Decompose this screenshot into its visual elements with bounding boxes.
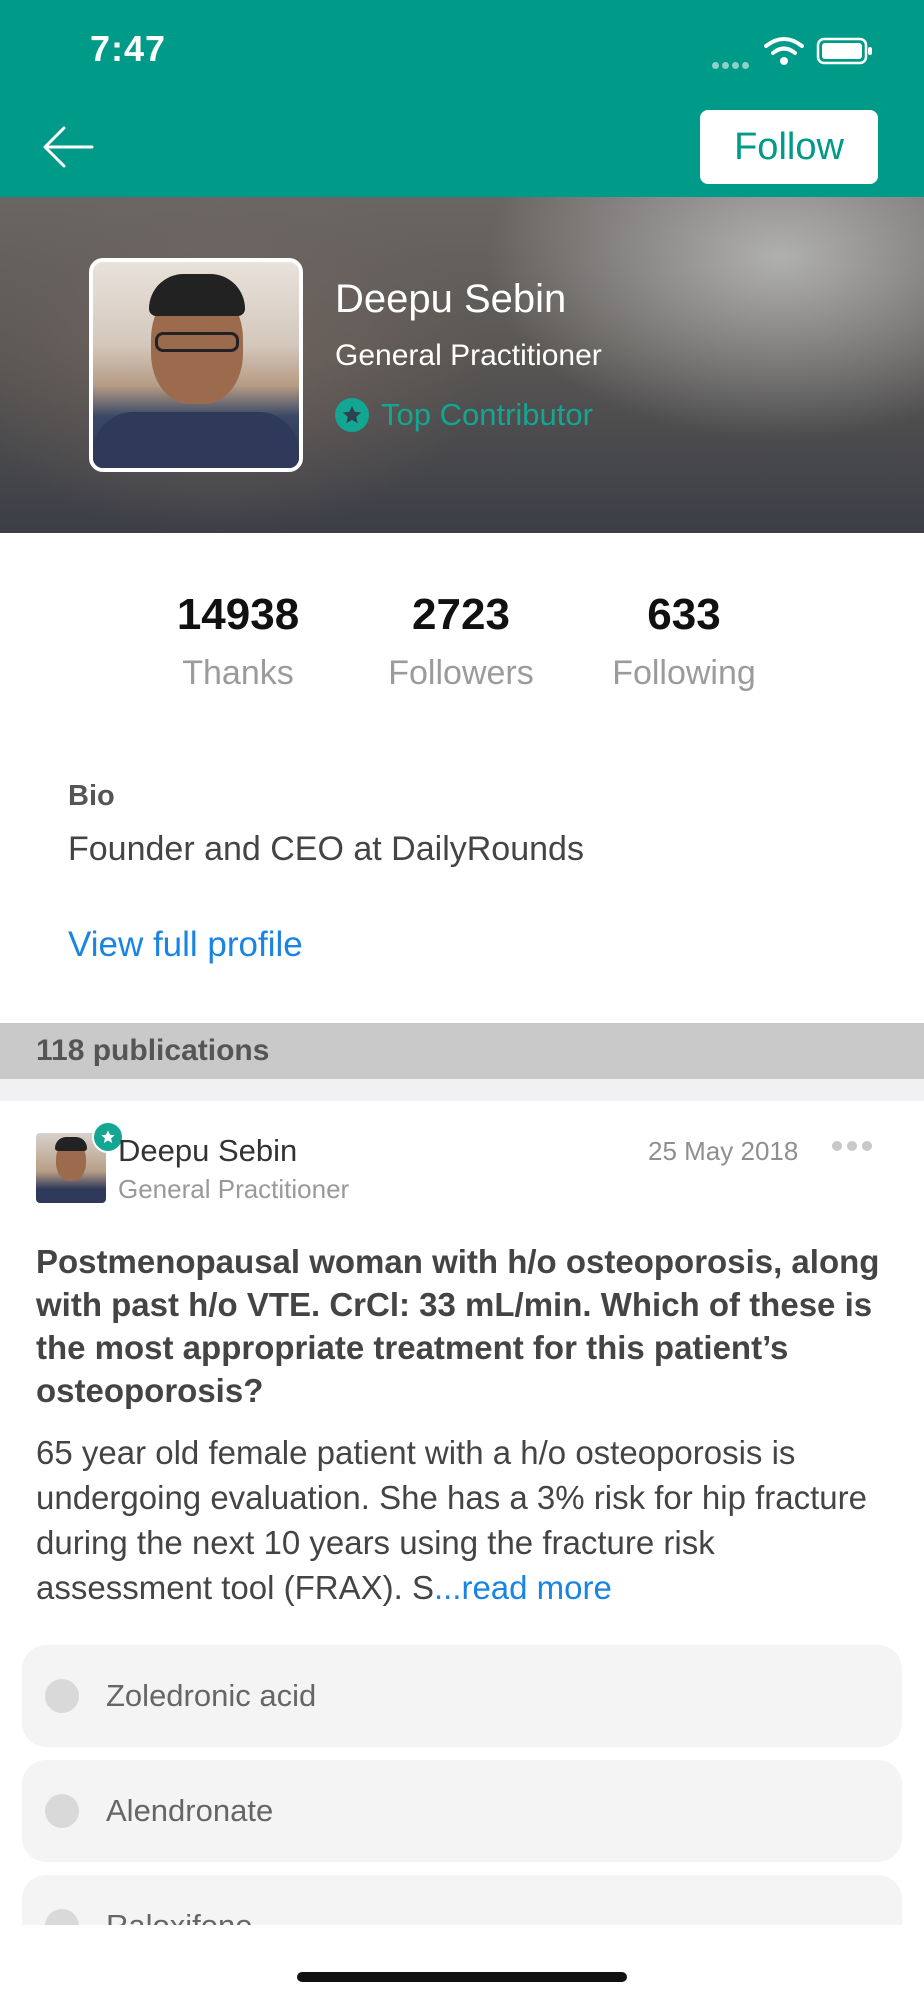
poll-option-label: Raloxifene [106, 1908, 252, 1925]
radio-button-icon[interactable] [45, 1794, 79, 1828]
radio-button-icon[interactable] [45, 1909, 79, 1925]
stat-value: 2723 [412, 590, 510, 639]
bio-label: Bio [68, 780, 115, 812]
arrow-left-icon[interactable] [40, 122, 100, 172]
status-time: 7:47 [90, 28, 167, 69]
profile-role: General Practitioner [335, 339, 602, 372]
post-date: 25 May 2018 [648, 1136, 799, 1166]
post-author-name[interactable]: Deepu Sebin [118, 1133, 297, 1169]
read-more-link[interactable]: ...read more [434, 1569, 612, 1606]
battery-icon [816, 37, 872, 65]
follow-button[interactable]: Follow [700, 110, 878, 184]
more-options-icon[interactable] [832, 1138, 882, 1152]
stat-value: 633 [647, 590, 721, 639]
top-app-bar: 7:47 Follow [0, 0, 924, 197]
poll-option[interactable]: Alendronate [22, 1760, 902, 1862]
profile-header: Deepu Sebin General Practitioner Top Con… [0, 197, 924, 533]
post-author-role: General Practitioner [118, 1174, 350, 1204]
signal-dots-icon [712, 56, 756, 69]
poll-option[interactable]: Zoledronic acid [22, 1645, 902, 1747]
home-indicator[interactable] [297, 1972, 627, 1982]
stat-label: Followers [388, 654, 534, 692]
post-description: 65 year old female patient with a h/o os… [36, 1430, 896, 1610]
star-icon [335, 398, 369, 432]
stat-followers[interactable]: 2723 Followers [361, 590, 561, 693]
wifi-icon [764, 37, 804, 65]
profile-avatar[interactable] [89, 258, 303, 472]
profile-name: Deepu Sebin [335, 277, 567, 321]
bottom-safe-area [0, 1925, 924, 2000]
publications-count: 118 publications [0, 1023, 924, 1079]
radio-button-icon[interactable] [45, 1679, 79, 1713]
stat-label: Thanks [182, 654, 294, 692]
stat-following[interactable]: 633 Following [584, 590, 784, 693]
stat-thanks[interactable]: 14938 Thanks [138, 590, 338, 693]
poll-option-label: Zoledronic acid [106, 1678, 317, 1713]
poll-option[interactable]: Raloxifene [22, 1875, 902, 1925]
stat-label: Following [612, 654, 756, 692]
screen-content: 7:47 Follow Deepu Sebin General Practiti… [0, 0, 924, 1925]
post-question[interactable]: Postmenopausal woman with h/o osteoporos… [36, 1240, 896, 1412]
badge-label: Top Contributor [381, 397, 593, 432]
profile-stats: 14938 Thanks 2723 Followers 633 Followin… [0, 590, 924, 710]
view-full-profile-link[interactable]: View full profile [68, 925, 303, 965]
poll-option-label: Alendronate [106, 1793, 274, 1828]
top-contributor-badge: Top Contributor [335, 397, 593, 433]
section-divider [0, 1079, 924, 1101]
bio-text: Founder and CEO at DailyRounds [68, 830, 584, 868]
stat-value: 14938 [176, 590, 300, 639]
